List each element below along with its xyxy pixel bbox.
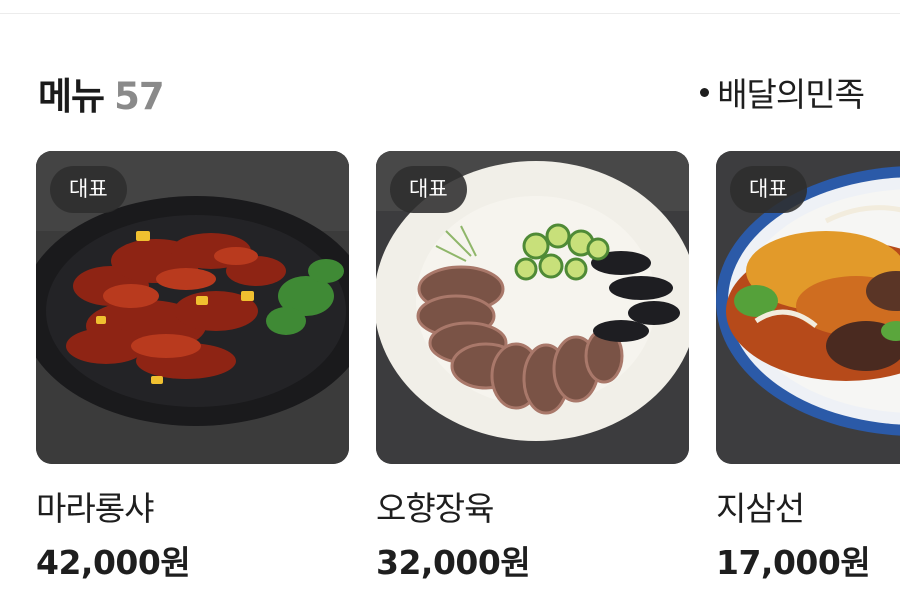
menu-item-name[interactable]: 지삼선 [716,482,805,530]
menu-title-label: 메뉴 [38,75,105,118]
menu-card[interactable]: 대표 오향장육 32,000원 [376,151,689,582]
source-label: 배달의민족 [717,75,865,114]
menu-item-name[interactable]: 마라롱샤 [36,482,154,530]
menu-item-price: 42,000원 [36,543,191,582]
menu-card[interactable]: 대표 마라롱샤 42,000원 [36,151,349,582]
menu-count: 57 [114,75,164,118]
menu-item-price: 32,000원 [376,543,531,582]
top-divider [0,13,900,14]
menu-title: 메뉴 57 [38,66,165,120]
menu-section-header: 메뉴 57 배달의민족 [38,62,865,118]
menu-card[interactable]: 대표 지삼선 17,000원 [716,151,900,582]
menu-item-name[interactable]: 오향장육 [376,482,494,530]
menu-item-image[interactable]: 대표 [36,151,349,464]
signature-badge: 대표 [730,166,807,213]
source-tag: 배달의민족 [700,68,865,116]
bullet-icon [700,87,710,97]
signature-badge: 대표 [50,166,127,213]
signature-badge: 대표 [390,166,467,213]
menu-item-image[interactable]: 대표 [716,151,900,464]
menu-item-image[interactable]: 대표 [376,151,689,464]
menu-carousel[interactable]: 대표 마라롱샤 42,000원 대표 오향장육 32,000원 대표 지삼선 1… [0,151,900,590]
menu-item-price: 17,000원 [716,543,871,582]
